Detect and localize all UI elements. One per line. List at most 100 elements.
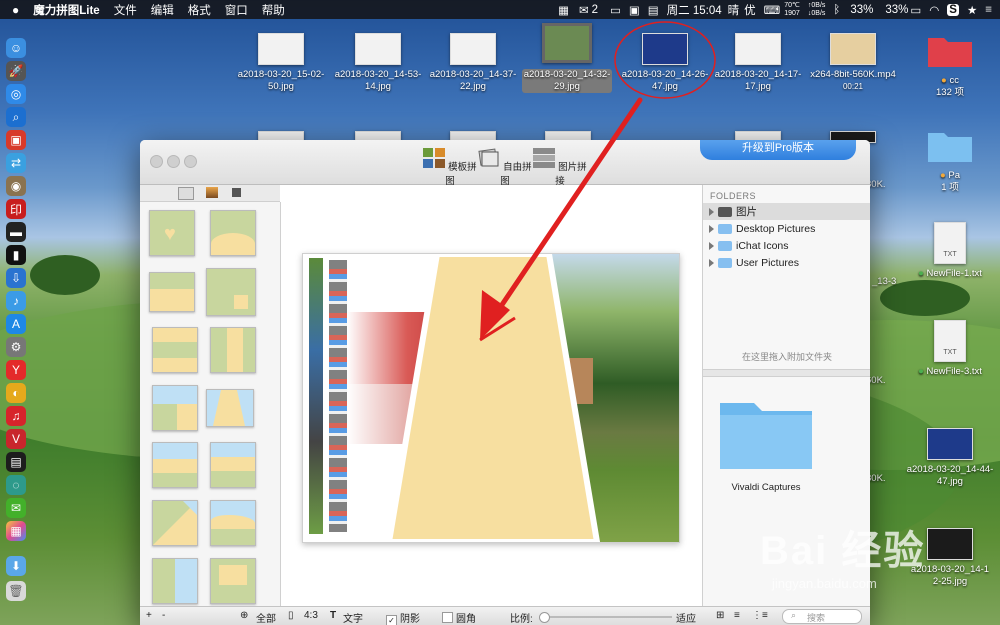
battery-percent[interactable]: 33% (850, 4, 873, 16)
app-s-icon[interactable]: S (947, 3, 959, 16)
desktop-file-selected[interactable]: a2018-03-20_14-32-29.jpg (522, 23, 612, 93)
template-wave[interactable] (210, 210, 256, 256)
desktop-folder[interactable]: ● Pa 1 项 (905, 128, 995, 194)
desktop-folder[interactable]: ● cc 132 项 (905, 33, 995, 99)
transfer-icon[interactable]: ⇄ (6, 153, 26, 173)
battery-percent-2[interactable]: 33% (885, 4, 908, 16)
folder-row-pictures[interactable]: 图片 (703, 203, 870, 220)
template-grid-blue[interactable] (152, 442, 198, 488)
template-heart[interactable]: ♥ (149, 210, 195, 256)
list-icon[interactable]: ≡ (985, 4, 992, 16)
close-button[interactable] (150, 155, 163, 168)
grid-icon[interactable]: ▦ (558, 3, 569, 17)
menu-format[interactable]: 格式 (188, 2, 211, 18)
cycle-icon[interactable]: ◌ (6, 475, 26, 495)
bluetooth-icon[interactable]: ᛒ (833, 4, 840, 16)
wechat-icon[interactable]: ✉ (579, 3, 589, 17)
keyboard-icon[interactable]: ⌨ (764, 3, 781, 17)
launchpad-icon[interactable]: 🚀 (6, 61, 26, 81)
activity-icon[interactable]: ▬ (6, 222, 26, 242)
folder-row-ichat-icons[interactable]: iChat Icons (703, 237, 870, 254)
template-slant[interactable] (152, 500, 198, 546)
collage-preview[interactable] (302, 253, 680, 543)
minimize-button[interactable] (167, 155, 180, 168)
star-icon[interactable]: ★ (967, 3, 977, 17)
collage-canvas[interactable] (282, 185, 702, 606)
disclosure-triangle-icon[interactable] (709, 258, 714, 267)
shadow-checkbox-box[interactable]: ✓ (386, 615, 397, 625)
template-wave-blue[interactable] (210, 500, 256, 546)
yandex-icon[interactable]: Y (6, 360, 26, 380)
collage-app-icon[interactable]: ▦ (6, 521, 26, 541)
desktop-file[interactable]: a2018-03-20_14-37-22.jpg (428, 33, 518, 93)
text-tool-label[interactable]: 文字 (343, 610, 363, 625)
tool-template-collage[interactable]: 模板拼图 (420, 148, 480, 187)
weather[interactable]: 晴 (728, 2, 740, 18)
template-diagonal[interactable] (152, 385, 198, 431)
disclosure-triangle-icon[interactable] (709, 241, 714, 250)
add-button[interactable]: + (146, 610, 152, 621)
desktop-file[interactable]: TXT ● NewFile-3.txt (905, 320, 995, 378)
appstore-icon[interactable]: A (6, 314, 26, 334)
desktop-file[interactable]: a2018-03-20_15-02-50.jpg (236, 33, 326, 93)
tool-free-collage[interactable]: 自由拼图 (475, 148, 535, 187)
tab-backgrounds[interactable] (206, 187, 218, 198)
round-corner-checkbox[interactable]: 圆角 (442, 610, 476, 625)
menu-edit[interactable]: 编辑 (151, 2, 174, 18)
wifi-icon[interactable]: ◠ (929, 3, 939, 17)
download-icon[interactable]: ⇩ (6, 268, 26, 288)
console-icon[interactable]: ▤ (6, 452, 26, 472)
template-split-vertical[interactable] (152, 327, 198, 373)
disclosure-triangle-icon[interactable] (709, 224, 714, 233)
settings-icon[interactable]: ⚙ (6, 337, 26, 357)
desktop-file[interactable]: a2018-03-20_14-44-47.jpg (905, 428, 995, 488)
tab-layouts[interactable] (178, 187, 194, 200)
chrome-icon[interactable]: ◐ (6, 383, 26, 403)
search-app-icon[interactable]: ⌕ (6, 107, 26, 127)
ratio-icon[interactable]: ▯ (288, 610, 294, 621)
app-menu[interactable]: 魔力拼图Lite (33, 2, 99, 18)
trapezoid-cell[interactable] (303, 254, 679, 542)
battery-icon[interactable]: ▭ (910, 3, 921, 17)
tool-image-stitch[interactable]: 图片拼接 (530, 148, 590, 187)
grid-menu-icon[interactable]: ▤ (648, 3, 659, 17)
upgrade-pro-button[interactable]: 升级到Pro版本 (700, 140, 856, 160)
folder-row-desktop-pictures[interactable]: Desktop Pictures (703, 220, 870, 237)
clock[interactable]: 周二 15:04 (667, 2, 722, 18)
round-checkbox-box[interactable] (442, 612, 453, 623)
trash-icon[interactable]: 🗑 (6, 581, 26, 601)
photo-app-icon[interactable]: ◉ (6, 176, 26, 196)
scale-slider[interactable] (539, 612, 672, 623)
red-seal-icon[interactable]: 印 (6, 199, 26, 219)
ratio-selector[interactable]: 4:3 (304, 610, 318, 621)
mission-icon[interactable]: ▣ (629, 3, 640, 17)
all-filter[interactable]: 全部 (256, 610, 276, 625)
desktop-file[interactable]: x264-8bit-560K.mp4 00:21 (808, 33, 898, 93)
wechat-dock-icon[interactable]: ✉ (6, 498, 26, 518)
template-inset[interactable] (206, 268, 256, 316)
menu-window[interactable]: 窗口 (225, 2, 248, 18)
folder-item-vivaldi[interactable]: Vivaldi Captures (711, 395, 821, 493)
folder-row-user-pictures[interactable]: User Pictures (703, 254, 870, 271)
zoom-button[interactable] (184, 155, 197, 168)
template-mosaic[interactable] (152, 558, 198, 604)
column-view-icon[interactable]: ⋮≡ (752, 610, 768, 621)
template-quad[interactable] (210, 558, 256, 604)
disclosure-triangle-icon[interactable] (709, 207, 714, 216)
desktop-file[interactable]: a2018-03-20_14-26-47.jpg (620, 33, 710, 93)
menu-file[interactable]: 文件 (114, 2, 137, 18)
finder-icon[interactable]: ☺ (6, 38, 26, 58)
safari-icon[interactable]: ◎ (6, 84, 26, 104)
search-field[interactable]: ⌕ 搜索 (782, 609, 862, 624)
list-view-icon[interactable]: ≡ (734, 610, 740, 621)
template-stripes[interactable] (210, 442, 256, 488)
apple-icon[interactable]: ● (12, 3, 19, 17)
split-handle[interactable] (703, 369, 870, 377)
fit-button[interactable]: 适应 (676, 610, 696, 625)
menu-help[interactable]: 帮助 (262, 2, 285, 18)
remove-button[interactable]: - (162, 610, 165, 621)
desktop-file[interactable]: TXT ● NewFile-1.txt (905, 222, 995, 280)
template-trapezoid-selected[interactable] (206, 389, 254, 427)
downloads-folder-icon[interactable]: ⬇ (6, 556, 26, 576)
tab-frames[interactable] (232, 188, 241, 197)
